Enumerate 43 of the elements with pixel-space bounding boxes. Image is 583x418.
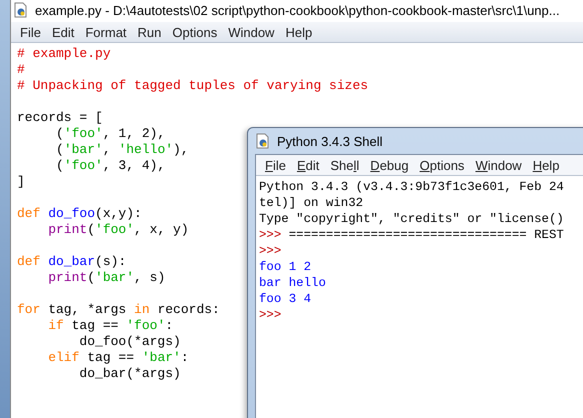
code-line: if tag == 'foo':	[47, 318, 174, 334]
code-line: do_bar(*args)	[78, 366, 181, 382]
window-title: Python 3.4.3 Shell	[277, 134, 383, 148]
shell-line: Type "copyright", "credits" or "license()	[259, 211, 564, 227]
menu-item[interactable]: Edit	[46, 22, 80, 42]
window-title: example.py - D:\4autotests\02 script\python-cookbook\python-cookbook-master\src\1\unp...	[35, 2, 560, 18]
shell-line: foo 3 4	[259, 291, 312, 307]
shell-line: >>>	[259, 307, 282, 323]
code-line: elif tag == 'bar':	[47, 350, 189, 366]
code-line: ('bar', 'hello'),	[55, 142, 189, 158]
shell-line: >>>	[259, 243, 282, 259]
code-line: # Unpacking of tagged tuples of varying sizes	[17, 78, 368, 94]
code-line: records = [	[17, 110, 103, 126]
menu-item[interactable]: Options	[167, 22, 224, 42]
menu-item[interactable]: Format	[80, 22, 133, 42]
menu-item[interactable]: Debug	[365, 155, 415, 175]
shell-line: >>> ================================ REST	[259, 227, 564, 243]
menu-item[interactable]: File	[15, 22, 47, 42]
menu-item[interactable]: Window	[223, 22, 280, 42]
shell-line: Python 3.4.3 (v3.4.3:9b73f1c3e601, Feb 24	[259, 179, 564, 195]
code-line: print('bar', s)	[47, 270, 166, 286]
code-line: print('foo', x, y)	[47, 222, 189, 238]
shell-line: tel)] on win32	[259, 195, 364, 211]
menu-item[interactable]: Shell	[325, 155, 366, 175]
code-line: do_foo(*args)	[78, 334, 181, 350]
python-file-icon	[255, 133, 271, 149]
code-line: for tag, *args in records:	[17, 302, 220, 318]
menu-item[interactable]: File	[260, 155, 292, 175]
code-line: ('foo', 1, 2),	[55, 126, 166, 142]
shell-line: bar hello	[259, 275, 326, 291]
menu-item[interactable]: Help	[528, 155, 566, 175]
menu-item[interactable]: Options	[414, 155, 470, 175]
shell-line: foo 1 2	[259, 259, 312, 275]
menu-item[interactable]: Run	[132, 22, 168, 42]
code-line: def do_foo(x,y):	[17, 206, 142, 222]
menu-item[interactable]: Window	[470, 155, 528, 175]
menu-item[interactable]: Help	[280, 22, 318, 42]
code-line: ('foo', 3, 4),	[55, 158, 166, 174]
code-line: def do_bar(s):	[17, 254, 126, 270]
code-line: # example.py	[17, 46, 111, 62]
code-line: ]	[17, 174, 25, 190]
code-line: #	[17, 62, 25, 78]
menu-item[interactable]: Edit	[292, 155, 326, 175]
